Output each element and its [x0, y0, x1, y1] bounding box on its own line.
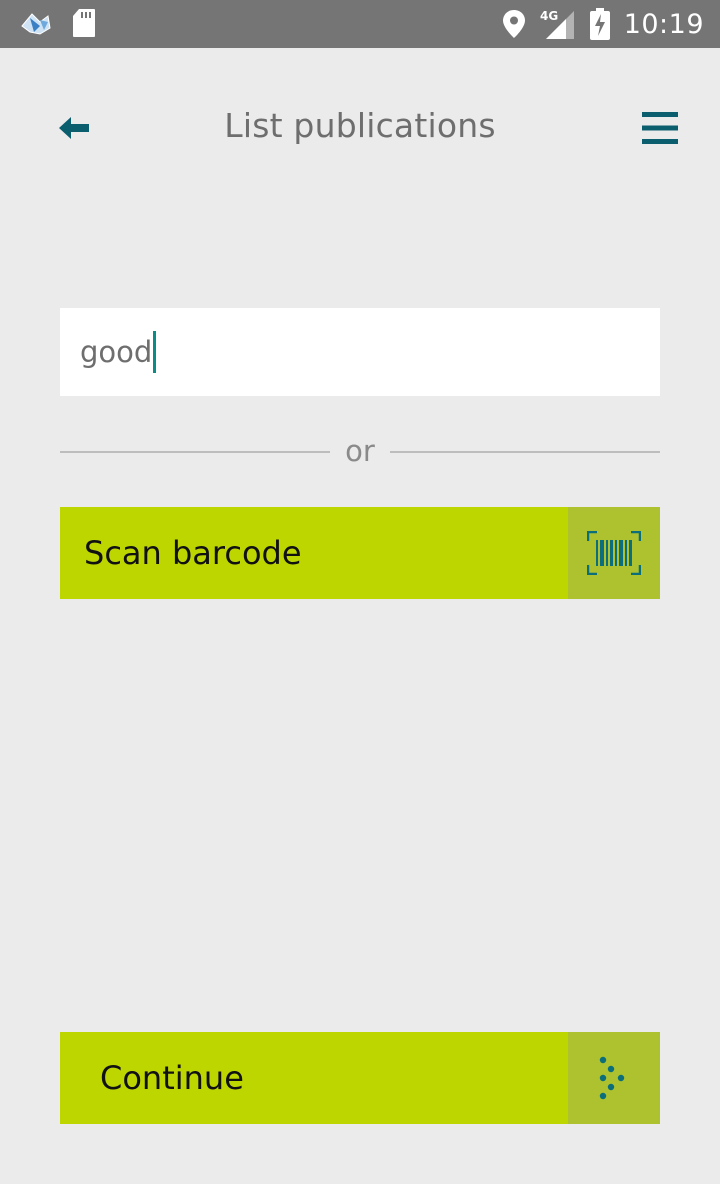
barcode-scan-icon [587, 531, 641, 575]
sd-card-icon [72, 8, 96, 38]
battery-charging-icon [589, 8, 610, 40]
app-header: List publications [0, 48, 720, 208]
status-bar: 4G 10:19 [0, 0, 720, 48]
continue-icon-area [568, 1032, 660, 1124]
dotted-arrow-icon [599, 1056, 629, 1100]
divider-text: or [345, 434, 375, 468]
continue-button[interactable]: Continue [60, 1032, 660, 1124]
divider-line-left [60, 451, 330, 453]
or-divider: or [60, 432, 660, 472]
status-time: 10:19 [623, 8, 704, 40]
hamburger-menu-icon [642, 110, 678, 146]
scan-barcode-label: Scan barcode [84, 534, 302, 572]
signal-icon: 4G [540, 8, 576, 40]
text-caret [153, 331, 157, 373]
network-type-label: 4G [540, 9, 558, 23]
search-input-container[interactable]: good [60, 308, 660, 396]
app-notification-icon [18, 8, 54, 38]
status-right: 4G 10:19 [502, 0, 704, 48]
status-left [18, 8, 96, 38]
location-icon [502, 9, 526, 39]
divider-line-right [390, 451, 660, 453]
continue-label: Continue [100, 1059, 244, 1097]
search-input[interactable]: good [80, 308, 157, 396]
scan-barcode-icon-area [568, 507, 660, 599]
menu-button[interactable] [636, 106, 684, 150]
search-input-value: good [80, 335, 153, 369]
page-title: List publications [224, 106, 496, 145]
scan-barcode-button[interactable]: Scan barcode [60, 507, 660, 599]
